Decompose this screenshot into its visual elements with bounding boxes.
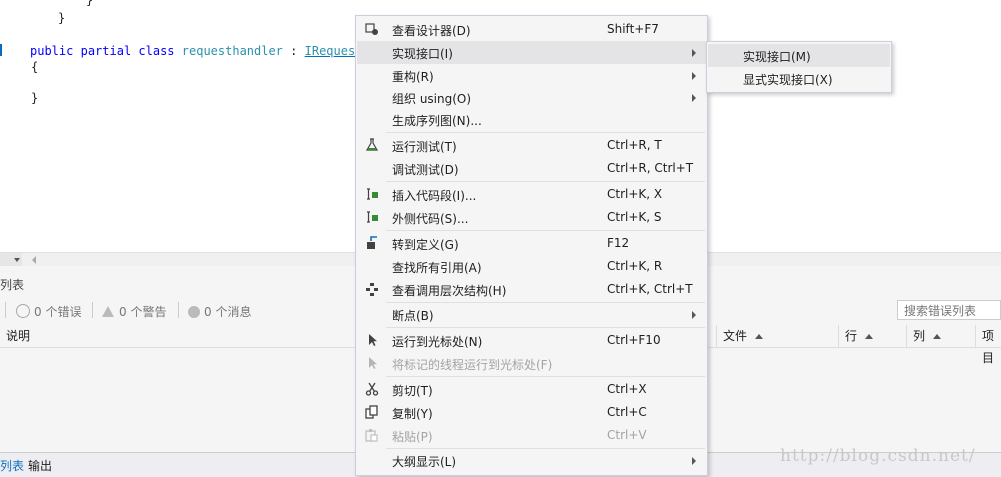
menu-item-surround-with[interactable]: 外侧代码(S)... Ctrl+K, S [357, 206, 706, 229]
menu-item-go-to-definition[interactable]: 转到定义(G) F12 [357, 232, 706, 255]
code-line: } [31, 91, 39, 105]
menu-item-run-flagged-threads-to-cursor[interactable]: 将标记的线程运行到光标处(F) [357, 352, 706, 375]
column-col[interactable]: 列 [906, 325, 975, 347]
snippet-icon [367, 188, 378, 200]
menu-item-cut[interactable]: 剪切(T) Ctrl+X [357, 378, 706, 401]
warning-icon [102, 306, 114, 317]
submenu-arrow-icon [692, 94, 696, 102]
call-hierarchy-icon [366, 283, 378, 296]
designer-icon [365, 23, 378, 35]
code-line: } [86, 0, 94, 7]
scissors-icon [365, 382, 379, 396]
column-line[interactable]: 行 [838, 325, 906, 347]
watermark: http://blog.csdn.net/ [780, 446, 976, 466]
submenu-arrow-icon [692, 457, 696, 465]
panel-title: 列表 [0, 278, 25, 292]
flask-icon [365, 138, 379, 151]
menu-item-breakpoint[interactable]: 断点(B) [357, 303, 706, 326]
paste-icon [365, 429, 378, 442]
menu-item-paste[interactable]: 粘贴(P) Ctrl+V [357, 424, 706, 447]
messages-filter-button[interactable]: 0 个消息 [188, 303, 251, 320]
column-project[interactable]: 项目 [975, 325, 1001, 365]
menu-item-run-to-cursor[interactable]: 运行到光标处(N) Ctrl+F10 [357, 329, 706, 352]
context-menu: 查看设计器(D) Shift+F7 实现接口(I) 重构(R) 组织 using(… [355, 15, 708, 476]
menu-separator [386, 376, 705, 377]
scroll-left-icon[interactable] [32, 256, 36, 264]
menu-separator [386, 230, 705, 231]
info-icon [188, 306, 200, 318]
menu-separator [386, 181, 705, 182]
class-declaration-line[interactable]: public partial class requesthandler : IR… [30, 43, 362, 59]
menu-item-generate-sequence-diagram[interactable]: 生成序列图(N)... [357, 108, 706, 131]
menu-item-debug-tests[interactable]: 调试测试(D) Ctrl+R, Ctrl+T [357, 157, 706, 180]
column-file[interactable]: 文件 [716, 325, 838, 347]
sort-asc-icon [755, 334, 764, 339]
menu-item-implement-interface[interactable]: 实现接口(I) [357, 41, 706, 64]
cursor-icon [369, 357, 377, 369]
divider [178, 302, 179, 318]
submenu-arrow-icon [692, 311, 696, 319]
menu-item-organize-usings[interactable]: 组织 using(O) [357, 86, 706, 109]
surround-icon [367, 211, 378, 223]
menu-item-view-designer[interactable]: 查看设计器(D) Shift+F7 [357, 18, 706, 41]
code-line: } [58, 11, 66, 25]
sort-asc-icon [933, 334, 942, 339]
goto-definition-icon [367, 236, 377, 249]
submenu-arrow-icon [692, 49, 696, 57]
errors-filter-button[interactable]: 0 个错误 [16, 303, 81, 320]
menu-item-refactor[interactable]: 重构(R) [357, 64, 706, 87]
submenu-item-implement-interface[interactable]: 实现接口(M) [708, 44, 890, 67]
menu-item-copy[interactable]: 复制(Y) Ctrl+C [357, 401, 706, 424]
menu-separator [386, 327, 705, 328]
menu-item-find-all-references[interactable]: 查找所有引用(A) Ctrl+K, R [357, 255, 706, 278]
chevron-down-icon [14, 258, 20, 262]
code-line: { [31, 60, 39, 74]
error-icon [16, 304, 30, 318]
search-input[interactable]: 搜索错误列表 [897, 300, 1001, 320]
menu-item-insert-snippet[interactable]: 插入代码段(I)... Ctrl+K, X [357, 183, 706, 206]
divider [5, 302, 6, 318]
menu-separator [386, 132, 705, 133]
sort-asc-icon [865, 334, 874, 339]
submenu-item-implement-interface-explicitly[interactable]: 显式实现接口(X) [708, 67, 890, 90]
implement-interface-submenu: 实现接口(M) 显式实现接口(X) [706, 41, 892, 93]
submenu-arrow-icon [692, 72, 696, 80]
menu-item-outlining[interactable]: 大纲显示(L) [357, 449, 706, 472]
divider [92, 302, 93, 318]
cursor-icon [369, 334, 377, 346]
copy-icon [365, 405, 378, 419]
tab-output[interactable]: 输出 [28, 457, 52, 474]
cursor-marker [0, 44, 2, 56]
menu-item-run-tests[interactable]: 运行测试(T) Ctrl+R, T [357, 134, 706, 157]
menu-item-view-call-hierarchy[interactable]: 查看调用层次结构(H) Ctrl+K, Ctrl+T [357, 278, 706, 301]
tab-error-list[interactable]: 列表 [0, 457, 24, 474]
warnings-filter-button[interactable]: 0 个警告 [102, 303, 166, 320]
